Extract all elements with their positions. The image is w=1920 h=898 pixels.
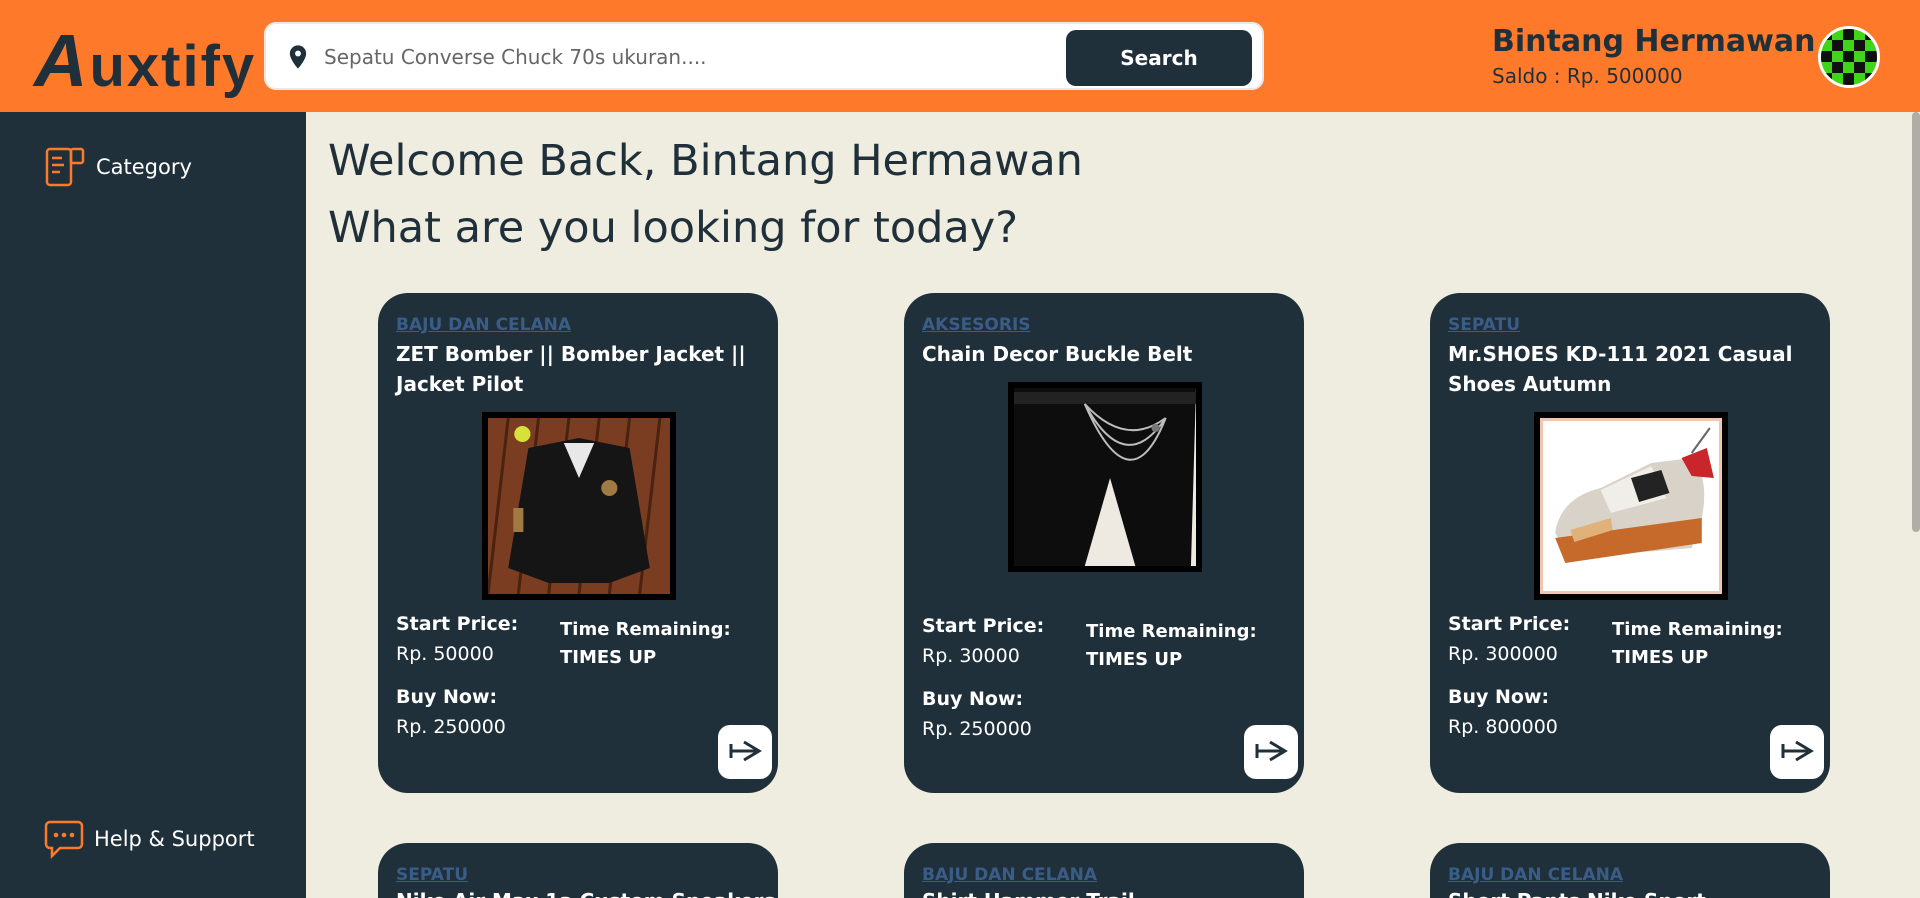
product-category-link[interactable]: BAJU DAN CELANA xyxy=(1448,865,1623,885)
category-icon xyxy=(45,147,85,187)
product-category-link[interactable]: AKSESORIS xyxy=(922,315,1031,335)
buy-now-label: Buy Now: xyxy=(396,686,498,708)
arrow-right-icon xyxy=(1255,740,1288,761)
welcome-heading: Welcome Back, Bintang Hermawan What are … xyxy=(328,128,1083,262)
sidebar-item-category[interactable]: Category xyxy=(44,146,192,188)
product-title: Short Pants Nike Sport xyxy=(1448,889,1706,898)
product-card: BAJU DAN CELANA ZET Bomber || Bomber Jac… xyxy=(378,293,778,793)
buy-now-value: Rp. 250000 xyxy=(396,716,506,738)
buy-now-value: Rp. 250000 xyxy=(922,718,1032,740)
product-image xyxy=(1534,412,1728,600)
search-button[interactable]: Search xyxy=(1066,30,1252,86)
product-title: ZET Bomber || Bomber Jacket || Jacket Pi… xyxy=(396,342,746,396)
sidebar-item-label: Help & Support xyxy=(94,827,255,851)
header: Auxtify Search Bintang Hermawan Saldo : … xyxy=(0,0,1920,112)
product-card: SEPATU Mr.SHOES KD-111 2021 Casual Shoes… xyxy=(1430,293,1830,793)
product-title: Shirt Hammer Trail xyxy=(922,889,1135,898)
welcome-line: Welcome Back, Bintang Hermawan xyxy=(328,136,1083,186)
logo-initial: A xyxy=(34,19,90,102)
start-price-label: Start Price: xyxy=(396,613,519,635)
start-price-value: Rp. 50000 xyxy=(396,643,494,665)
product-card: BAJU DAN CELANA Shirt Hammer Trail xyxy=(904,843,1304,898)
user-name: Bintang Hermawan xyxy=(1492,24,1816,59)
chat-support-icon xyxy=(44,820,84,860)
time-remaining-value: TIMES UP xyxy=(560,647,657,668)
scrollbar[interactable] xyxy=(1912,112,1920,532)
product-category-link[interactable]: BAJU DAN CELANA xyxy=(396,315,571,335)
arrow-right-icon xyxy=(729,740,762,761)
welcome-subline: What are you looking for today? xyxy=(328,203,1019,253)
product-image xyxy=(482,412,676,600)
view-product-button[interactable] xyxy=(1244,725,1298,779)
sidebar-item-label: Category xyxy=(96,155,192,179)
buy-now-label: Buy Now: xyxy=(1448,686,1550,708)
avatar[interactable] xyxy=(1818,26,1880,88)
logo-text: uxtify xyxy=(89,34,257,99)
product-title: Mr.SHOES KD-111 2021 Casual Shoes Autumn xyxy=(1448,342,1793,396)
view-product-button[interactable] xyxy=(718,725,772,779)
product-card: SEPATU Nike Air Max 1a Custom Sneakers xyxy=(378,843,778,898)
buy-now-label: Buy Now: xyxy=(922,688,1024,710)
sidebar-item-help[interactable]: Help & Support xyxy=(44,818,255,860)
time-remaining-value: TIMES UP xyxy=(1086,649,1183,670)
time-remaining-label: Time Remaining: xyxy=(1612,619,1783,640)
start-price-value: Rp. 300000 xyxy=(1448,643,1558,665)
product-category-link[interactable]: SEPATU xyxy=(396,865,468,885)
search-input[interactable] xyxy=(324,38,1044,76)
logo[interactable]: Auxtify xyxy=(34,18,256,103)
start-price-label: Start Price: xyxy=(922,615,1045,637)
view-product-button[interactable] xyxy=(1770,725,1824,779)
product-image xyxy=(1008,382,1202,572)
product-card: BAJU DAN CELANA Short Pants Nike Sport xyxy=(1430,843,1830,898)
product-category-link[interactable]: BAJU DAN CELANA xyxy=(922,865,1097,885)
buy-now-value: Rp. 800000 xyxy=(1448,716,1558,738)
arrow-right-icon xyxy=(1781,740,1814,761)
start-price-value: Rp. 30000 xyxy=(922,645,1020,667)
user-balance: Saldo : Rp. 500000 xyxy=(1492,64,1683,88)
product-title: Chain Decor Buckle Belt xyxy=(922,342,1193,366)
time-remaining-value: TIMES UP xyxy=(1612,647,1709,668)
product-category-link[interactable]: SEPATU xyxy=(1448,315,1520,335)
time-remaining-label: Time Remaining: xyxy=(560,619,731,640)
start-price-label: Start Price: xyxy=(1448,613,1571,635)
product-title: Nike Air Max 1a Custom Sneakers xyxy=(396,889,775,898)
time-remaining-label: Time Remaining: xyxy=(1086,621,1257,642)
sidebar: Category Help & Support xyxy=(0,112,306,898)
product-card: AKSESORIS Chain Decor Buckle Belt Start … xyxy=(904,293,1304,793)
location-pin-icon xyxy=(289,45,307,69)
search-bar: Search xyxy=(264,22,1264,90)
